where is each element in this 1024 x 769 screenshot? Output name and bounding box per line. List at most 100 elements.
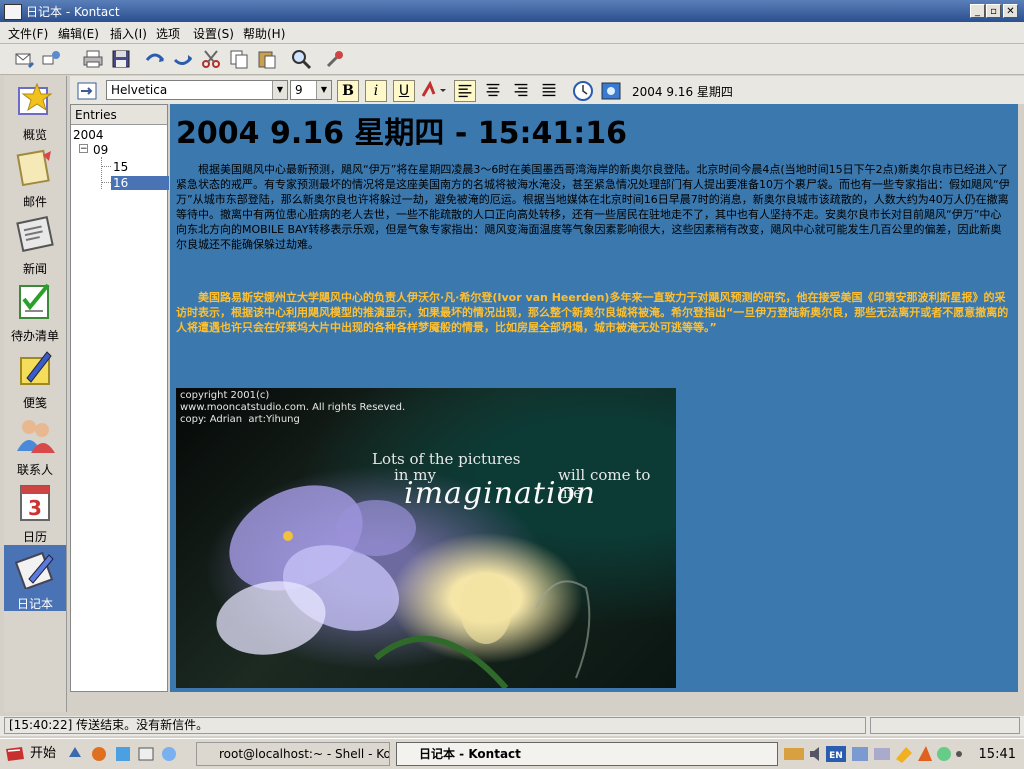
undo-icon[interactable] <box>144 48 166 70</box>
underline-button[interactable]: U <box>393 80 415 102</box>
align-justify-button[interactable] <box>538 80 560 102</box>
sidebar-item-label: 联系人 <box>16 463 53 477</box>
help-icon[interactable] <box>162 747 176 761</box>
quick-launch-icon[interactable] <box>69 747 81 757</box>
sidebar-item-notes[interactable]: 便笺 <box>4 344 66 410</box>
sidebar-item-label: 日历 <box>22 530 47 544</box>
sidebar-item-label: 日记本 <box>16 597 53 611</box>
messenger-icon[interactable] <box>937 747 951 761</box>
tree-branch <box>101 166 111 167</box>
sidebar-item-label: 概览 <box>22 128 47 142</box>
close-button[interactable]: ✕ <box>1003 4 1018 18</box>
iris-flower-image <box>216 485 591 688</box>
sidebar-item-calendar[interactable]: 3 日历 <box>4 478 66 544</box>
sidebar-item-label: 便笺 <box>22 396 47 410</box>
sidebar-item-mail[interactable]: 邮件 <box>4 143 66 209</box>
menu-edit[interactable]: 编辑(E) <box>58 25 99 42</box>
minimize-button[interactable]: _ <box>970 4 985 18</box>
sidebar-item-contacts[interactable]: 联系人 <box>4 411 66 477</box>
system-tray: EN 15:41 <box>780 742 1022 766</box>
tree-node-year[interactable]: 2004 <box>73 128 104 142</box>
bold-button[interactable]: B <box>337 80 359 102</box>
sidebar: 概览 邮件 新闻 待办清单 便笺 联系人 3 日历 日记本 <box>4 76 67 712</box>
menu-insert[interactable]: 插入(I) <box>110 25 147 42</box>
maximize-button[interactable]: ▫ <box>986 4 1001 18</box>
menu-bar: 文件(F) 编辑(E) 插入(I) 选项 设置(S) 帮助(H) <box>0 22 1024 44</box>
picture-caption-word: imagination <box>404 476 596 511</box>
clock-icon[interactable] <box>572 80 594 102</box>
sidebar-item-news[interactable]: 新闻 <box>4 210 66 276</box>
copy-icon[interactable] <box>228 48 250 70</box>
sidebar-item-summary[interactable]: 概览 <box>4 76 66 142</box>
picture-copyright: copyright 2001(c) www.mooncatstudio.com.… <box>180 390 406 425</box>
sidebar-item-label: 新闻 <box>22 262 47 276</box>
task-kontact[interactable]: 日记本 - Kontact <box>396 742 778 766</box>
keyboard-icon[interactable] <box>784 748 804 760</box>
align-center-button[interactable] <box>482 80 504 102</box>
cut-icon[interactable] <box>200 48 222 70</box>
search-icon[interactable] <box>290 48 312 70</box>
volume-icon[interactable] <box>810 747 819 761</box>
tree-header[interactable]: Entries <box>71 105 167 125</box>
java-icon[interactable] <box>918 746 932 761</box>
align-right-button[interactable] <box>510 80 532 102</box>
quick-launch-bar <box>69 747 176 761</box>
app-icon <box>4 4 22 20</box>
task-shell[interactable]: root@localhost:~ - Shell - Kon <box>196 742 390 766</box>
update-icon[interactable] <box>956 751 962 757</box>
journal-editor[interactable]: 2004 9.16 星期四 - 15:41:16 根据美国飓风中心最新预测，飓风… <box>170 104 1018 692</box>
align-left-button[interactable] <box>454 80 476 102</box>
font-size-value: 9 <box>295 83 303 97</box>
file-manager-icon[interactable] <box>138 747 154 761</box>
font-family-select[interactable]: Helvetica ▼ <box>106 80 288 100</box>
tree-node-day-selected[interactable]: 16 <box>111 176 169 190</box>
menu-help[interactable]: 帮助(H) <box>243 25 285 42</box>
sidebar-item-journal[interactable]: 日记本 <box>4 545 66 611</box>
tree-node-day[interactable]: 15 <box>113 160 128 174</box>
redo-icon[interactable] <box>172 48 194 70</box>
collapse-icon[interactable]: − <box>79 144 88 154</box>
align-justify-icon <box>542 83 556 97</box>
chevron-down-icon: ▼ <box>316 81 331 99</box>
print-icon[interactable] <box>82 48 104 70</box>
clock: 15:41 <box>978 747 1016 762</box>
notes-tray-icon[interactable] <box>896 747 912 763</box>
entries-tree[interactable]: Entries 2004 − 09 15 16 <box>70 104 169 692</box>
ime-label: EN <box>829 751 843 761</box>
sidebar-item-label: 邮件 <box>22 195 47 209</box>
status-secondary <box>870 717 1020 734</box>
tray-icons: EN <box>784 746 962 763</box>
text-color-button[interactable] <box>420 80 448 102</box>
chevron-down-icon: ▼ <box>272 81 287 99</box>
picture-icon[interactable] <box>600 80 622 102</box>
send-receive-icon[interactable] <box>40 48 62 70</box>
start-button[interactable]: 开始 <box>2 742 58 766</box>
browser-icon[interactable] <box>92 747 106 761</box>
menu-options[interactable]: 选项 <box>156 25 180 42</box>
embedded-picture: copyright 2001(c) www.mooncatstudio.com.… <box>176 388 676 688</box>
menu-settings[interactable]: 设置(S) <box>193 25 234 42</box>
title-bar[interactable]: 日记本 - Kontact _ ▫ ✕ <box>0 0 1024 22</box>
entry-paragraph-1: 根据美国飓风中心最新预测，飓风“伊万”将在星期四凌晨3～6时在美国墨西哥湾海岸的… <box>176 163 1010 251</box>
settings-icon[interactable] <box>324 48 346 70</box>
menu-file[interactable]: 文件(F) <box>8 25 48 42</box>
network-icon[interactable] <box>852 747 868 761</box>
tree-node-month[interactable]: 09 <box>93 143 108 157</box>
journal-icon <box>15 551 54 589</box>
sidebar-item-todo[interactable]: 待办清单 <box>4 277 66 343</box>
window-title: 日记本 - Kontact <box>26 5 120 19</box>
display-icon[interactable] <box>874 748 890 760</box>
font-size-select[interactable]: 9 ▼ <box>290 80 332 100</box>
tree-branch <box>101 157 103 189</box>
format-toolbar: Helvetica ▼ 9 ▼ B i U 2004 9.16 星期四 <box>70 76 1024 104</box>
entry-date-label: 2004 9.16 星期四 <box>632 85 733 99</box>
task-label: 日记本 - Kontact <box>419 747 521 761</box>
insert-date-icon[interactable] <box>76 80 98 102</box>
new-mail-icon[interactable] <box>14 48 36 70</box>
paste-icon[interactable] <box>256 48 278 70</box>
taskbar: 开始 root@localhost:~ - Shell - Kon 日记本 - … <box>0 738 1024 769</box>
terminal-icon[interactable] <box>116 747 130 761</box>
start-label: 开始 <box>30 746 57 761</box>
italic-button[interactable]: i <box>365 80 387 102</box>
save-icon[interactable] <box>110 48 132 70</box>
